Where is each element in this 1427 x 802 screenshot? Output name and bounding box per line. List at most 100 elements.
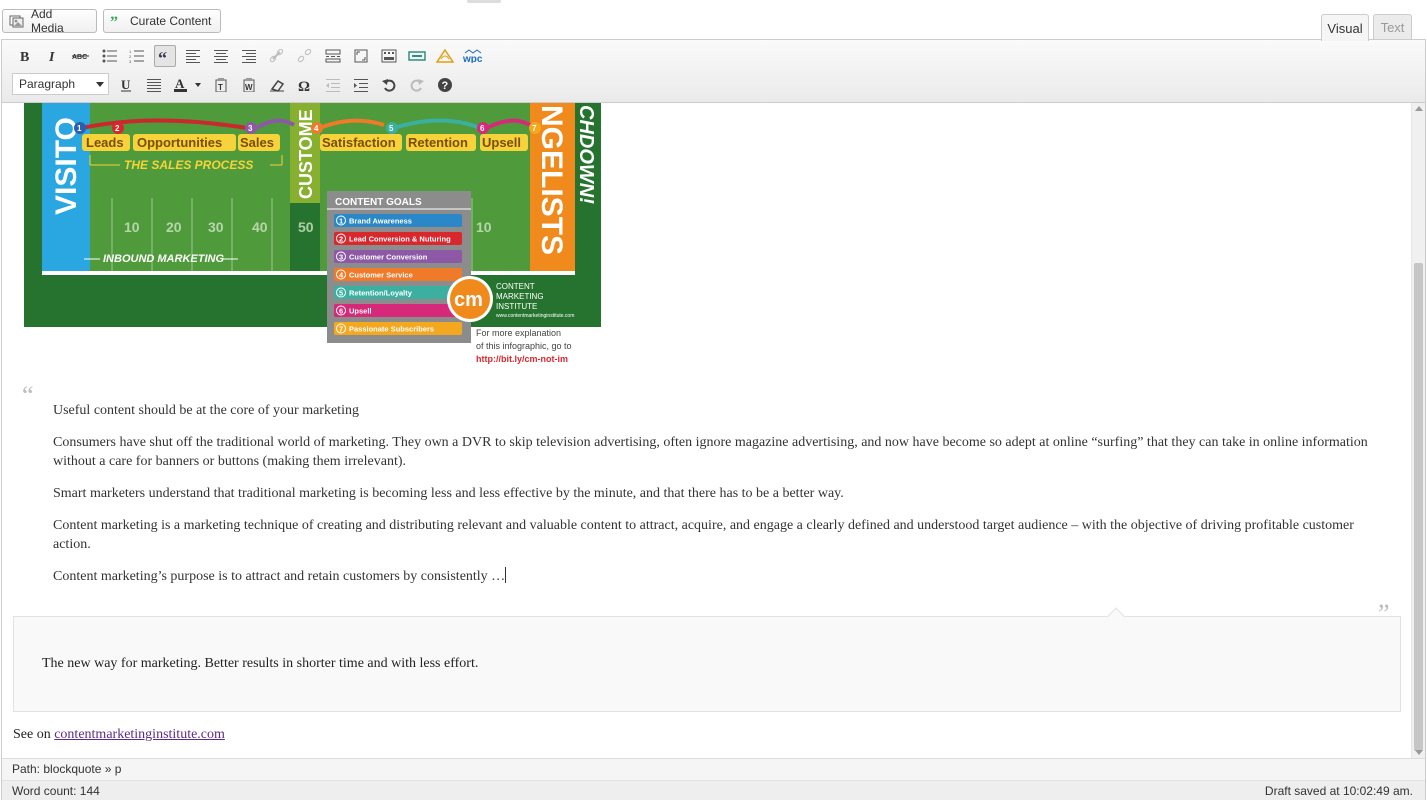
svg-text:B: B: [20, 50, 29, 63]
infographic-label-opportunities: Opportunities: [137, 135, 222, 150]
bold-icon[interactable]: B: [14, 45, 36, 67]
infographic-inbound: INBOUND MARKETING: [103, 253, 224, 265]
content-goal-number: 7: [339, 325, 343, 334]
yard-marker: 10: [476, 219, 492, 235]
yard-marker: 20: [166, 219, 182, 235]
count-row: Word count: 144 Draft saved at 10:02:49 …: [2, 780, 1425, 800]
special-character-icon[interactable]: Ω: [294, 74, 316, 96]
numbered-list-icon[interactable]: 123: [126, 45, 148, 67]
draft-status: Draft saved at 10:02:49 am.: [1264, 784, 1413, 798]
yard-marker: 50: [298, 219, 314, 235]
help-icon[interactable]: ?: [434, 74, 456, 96]
explain-link: http://bit.ly/cm-not-im: [476, 354, 568, 364]
infographic-label-leads: Leads: [86, 135, 124, 150]
svg-text:6: 6: [480, 124, 485, 133]
cm-logo: cm: [454, 289, 483, 311]
insert-link-icon[interactable]: [266, 45, 288, 67]
svg-text:5: 5: [389, 124, 394, 133]
content-goal-label: Upsell: [349, 307, 372, 316]
svg-text:Ω: Ω: [298, 79, 310, 92]
brand-line: INSTITUTE: [496, 302, 537, 311]
svg-text:4: 4: [314, 124, 319, 133]
format-select[interactable]: Paragraph: [12, 73, 109, 95]
word-count: Word count: 144: [12, 784, 100, 798]
quote-paragraph: Useful content should be at the core of …: [53, 403, 359, 418]
infographic-sales-process: THE SALES PROCESS: [124, 158, 253, 172]
insert-more-icon[interactable]: [322, 45, 344, 67]
curate-content-button[interactable]: ” Curate Content: [103, 9, 221, 33]
redo-icon[interactable]: [406, 74, 428, 96]
add-media-button[interactable]: Add Media: [2, 7, 97, 35]
element-path: Path: blockquote » p: [12, 762, 122, 776]
yard-marker: 40: [252, 219, 268, 235]
drag-handle: [467, 0, 501, 3]
toolbar-toggle-icon[interactable]: [378, 45, 400, 67]
callout-box: The new way for marketing. Better result…: [13, 607, 1401, 712]
remove-link-icon[interactable]: [294, 45, 316, 67]
yard-marker: 10: [124, 219, 140, 235]
indent-icon[interactable]: [350, 74, 372, 96]
plugin-ticket-icon[interactable]: [406, 45, 428, 67]
align-center-icon[interactable]: [210, 45, 232, 67]
explain-line: For more explanation: [476, 328, 561, 338]
content-goal-label: Customer Service: [349, 271, 413, 280]
content-goal-label: Customer Conversion: [349, 253, 428, 262]
align-right-icon[interactable]: [238, 45, 260, 67]
plugin-warning-icon[interactable]: [434, 45, 456, 67]
strikethrough-icon[interactable]: ABC: [70, 45, 92, 67]
tab-visual[interactable]: Visual: [1321, 14, 1369, 41]
outdent-icon[interactable]: [322, 74, 344, 96]
clear-formatting-icon[interactable]: [266, 74, 288, 96]
blockquote-icon[interactable]: “: [154, 45, 176, 67]
infographic-image[interactable]: VISITO CUSTOME NGELISTS CHDOWN! 1 2 3 4 …: [2, 103, 602, 371]
content-goals-title: CONTENT GOALS: [335, 197, 422, 208]
scroll-up-icon[interactable]: [1415, 106, 1423, 111]
editor-content[interactable]: VISITO CUSTOME NGELISTS CHDOWN! 1 2 3 4 …: [2, 103, 1412, 758]
content-goal-label: Lead Conversion & Nuturing: [349, 235, 451, 244]
infographic-label-retention: Retention: [408, 135, 468, 150]
brand-url: www.contentmarketinginstitute.com: [496, 313, 574, 319]
quote-paragraph-last: Content marketing’s purpose is to attrac…: [53, 567, 1383, 586]
bullet-list-icon[interactable]: [99, 45, 121, 67]
text-color-icon[interactable]: A: [171, 74, 205, 96]
svg-text:I: I: [48, 50, 55, 63]
underline-icon[interactable]: U: [115, 74, 137, 96]
fullscreen-icon[interactable]: [350, 45, 372, 67]
svg-text:U: U: [121, 78, 131, 92]
infographic-touchdown: CHDOWN!: [575, 105, 597, 204]
tab-text[interactable]: Text: [1373, 14, 1412, 40]
svg-text:”: ”: [110, 15, 118, 27]
open-quote-icon: “: [22, 381, 34, 410]
quote-paragraph: Smart marketers understand that traditio…: [53, 486, 844, 501]
align-left-icon[interactable]: [182, 45, 204, 67]
brand-line: MARKETING: [496, 292, 544, 301]
quote-paragraph: Content marketing is a marketing techniq…: [53, 518, 1354, 552]
editor-container: B I ABC 123 “ wpc Paragraph U A T W Ω ?: [1, 39, 1426, 800]
paste-word-icon[interactable]: W: [238, 74, 260, 96]
content-scrollbar[interactable]: [1411, 103, 1425, 758]
justify-icon[interactable]: [143, 74, 165, 96]
svg-text:7: 7: [532, 124, 537, 133]
brand-line: CONTENT: [496, 282, 535, 291]
add-media-label: Add Media: [31, 7, 64, 35]
quote-paragraph: Consumers have shut off the traditional …: [53, 435, 1368, 469]
scrollbar-thumb[interactable]: [1414, 263, 1423, 751]
svg-text:wpc: wpc: [463, 54, 483, 63]
see-on-link[interactable]: contentmarketinginstitute.com: [54, 727, 225, 742]
svg-text:3: 3: [248, 124, 253, 133]
paste-text-icon[interactable]: T: [210, 74, 232, 96]
text-caret: [505, 567, 507, 583]
content-goal-number: 5: [339, 289, 343, 298]
scroll-down-icon[interactable]: [1415, 750, 1423, 755]
svg-text:?: ?: [442, 80, 449, 92]
undo-icon[interactable]: [378, 74, 400, 96]
svg-text:3: 3: [129, 59, 132, 63]
content-goal-number: 6: [339, 307, 343, 316]
wpc-icon[interactable]: wpc: [462, 45, 484, 67]
infographic-customers: CUSTOME: [296, 109, 316, 199]
content-goal-number: 1: [339, 217, 343, 226]
infographic-label-sales: Sales: [240, 135, 274, 150]
content-goal-label: Passionate Subscribers: [349, 325, 434, 334]
add-media-icon: [9, 14, 25, 28]
italic-icon[interactable]: I: [42, 45, 64, 67]
